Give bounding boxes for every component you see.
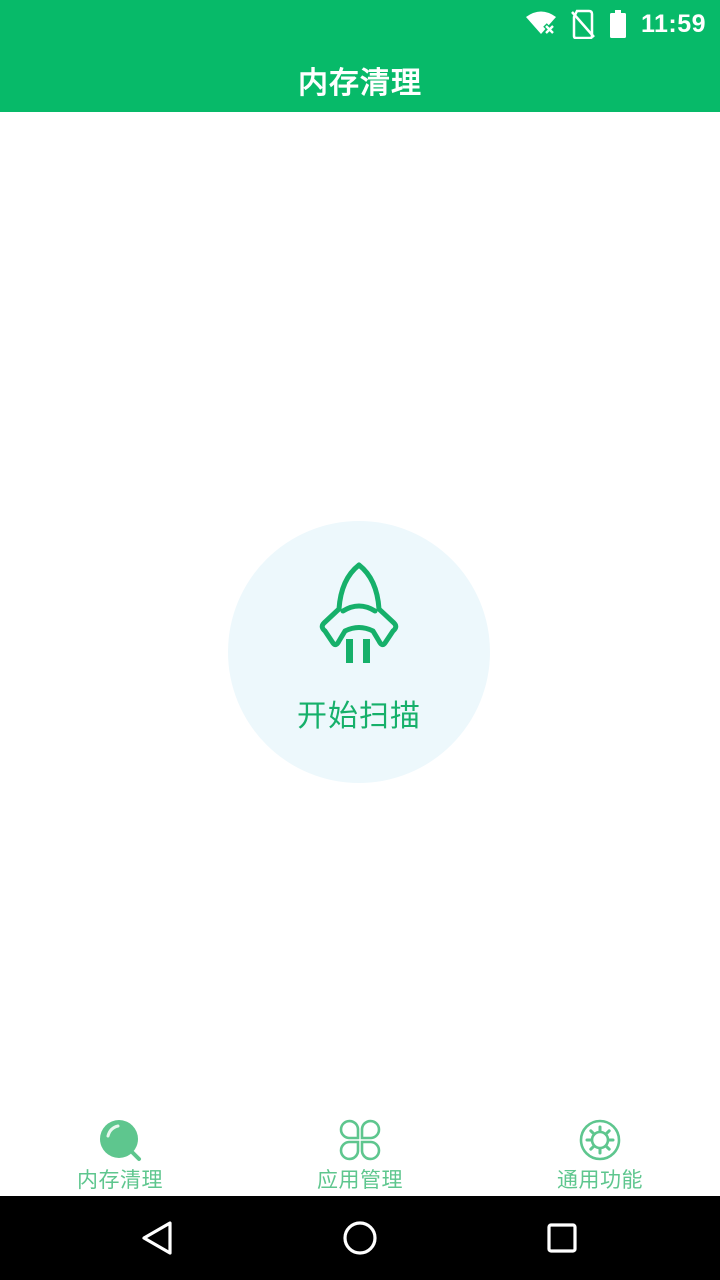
app-grid-icon [339, 1119, 381, 1161]
rocket-icon [319, 562, 399, 663]
status-time: 11:59 [640, 9, 706, 38]
bottom-tab-bar: 内存清理 应用管理 通用功能 [0, 1110, 720, 1196]
page-title: 内存清理 [298, 66, 422, 101]
wifi-off-icon [525, 11, 556, 36]
tab-label: 内存清理 [77, 1168, 163, 1192]
tab-label: 应用管理 [317, 1168, 403, 1192]
battery-icon [609, 10, 626, 38]
status-icons: 11:59 [525, 0, 706, 48]
back-icon[interactable] [136, 1216, 180, 1260]
app-bar: 内存清理 [0, 48, 720, 112]
tab-memory-clean[interactable]: 内存清理 [0, 1110, 240, 1196]
tab-label: 通用功能 [557, 1168, 643, 1192]
screen: 11:59 内存清理 开始扫描 内存清理 应用管理 通用功能 [0, 0, 720, 1280]
status-bar: 11:59 [0, 0, 720, 48]
home-icon[interactable] [338, 1216, 382, 1260]
gear-icon [579, 1119, 621, 1161]
recents-icon[interactable] [540, 1216, 584, 1260]
start-scan-label: 开始扫描 [297, 699, 421, 734]
system-nav-bar [0, 1196, 720, 1280]
no-sim-icon [570, 9, 595, 39]
tab-general-functions[interactable]: 通用功能 [480, 1110, 720, 1196]
memory-clean-icon [100, 1120, 141, 1161]
start-scan-button[interactable]: 开始扫描 [228, 521, 490, 783]
tab-app-management[interactable]: 应用管理 [240, 1110, 480, 1196]
